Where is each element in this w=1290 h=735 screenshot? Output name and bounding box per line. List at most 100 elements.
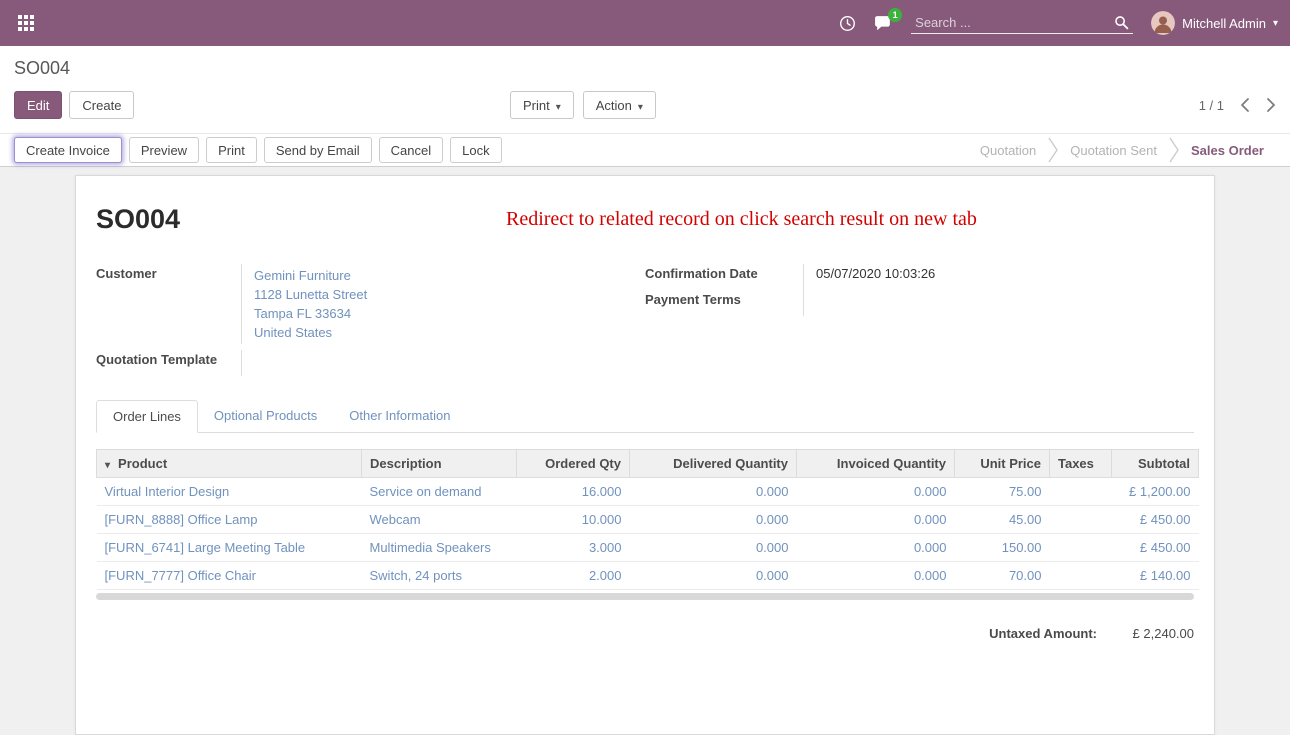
avatar [1151,11,1175,35]
column-header-product[interactable]: ▾Product [97,450,362,478]
apps-menu-icon[interactable] [12,9,40,37]
notebook-tabs: Order LinesOptional ProductsOther Inform… [96,400,1194,433]
confirmation-date-value: 05/07/2020 10:03:26 [803,264,1194,290]
cell-taxes[interactable] [1050,478,1112,506]
customer-address-line[interactable]: Tampa FL 33634 [254,304,633,323]
cell-delivered-qty[interactable]: 0.000 [630,478,797,506]
column-header-delivered-quantity[interactable]: Delivered Quantity [630,450,797,478]
cell-unit-price[interactable]: 45.00 [955,506,1050,534]
untaxed-amount-label: Untaxed Amount: [989,626,1097,641]
status-quotation[interactable]: Quotation [968,143,1048,158]
tab-optional-products[interactable]: Optional Products [198,400,333,432]
payment-terms-field: Payment Terms [645,290,1194,316]
column-header-invoiced-quantity[interactable]: Invoiced Quantity [797,450,955,478]
cell-description[interactable]: Multimedia Speakers [362,534,517,562]
cell-ordered-qty[interactable]: 3.000 [517,534,630,562]
cell-subtotal[interactable]: £ 450.00 [1112,506,1199,534]
cell-invoiced-qty[interactable]: 0.000 [797,534,955,562]
tab-order-lines[interactable]: Order Lines [96,400,198,433]
user-menu[interactable]: Mitchell Admin ▾ [1151,11,1278,35]
cell-ordered-qty[interactable]: 10.000 [517,506,630,534]
column-toggle-icon[interactable]: ▾ [105,460,110,471]
status-arrow-icon [1169,137,1179,163]
quotation-template-label: Quotation Template [96,350,241,376]
cell-description[interactable]: Switch, 24 ports [362,562,517,590]
customer-address-line[interactable]: Gemini Furniture [254,266,633,285]
cell-subtotal[interactable]: £ 140.00 [1112,562,1199,590]
cell-delivered-qty[interactable]: 0.000 [630,534,797,562]
cell-description[interactable]: Webcam [362,506,517,534]
order-line-row[interactable]: [FURN_8888] Office LampWebcam10.0000.000… [97,506,1199,534]
cell-product[interactable]: Virtual Interior Design [97,478,362,506]
statusbar-button-print[interactable]: Print [206,137,257,163]
activities-clock-icon[interactable] [839,15,856,32]
column-header-unit-price[interactable]: Unit Price [955,450,1050,478]
tab-other-information[interactable]: Other Information [333,400,466,432]
pager-next-icon[interactable] [1266,97,1276,113]
messages-icon[interactable]: 1 [874,15,893,32]
quotation-template-field: Quotation Template [96,350,645,376]
statusbar-button-preview[interactable]: Preview [129,137,199,163]
cell-taxes[interactable] [1050,534,1112,562]
payment-terms-value [803,290,1194,316]
order-line-row[interactable]: Virtual Interior DesignService on demand… [97,478,1199,506]
cell-invoiced-qty[interactable]: 0.000 [797,506,955,534]
cell-subtotal[interactable]: £ 1,200.00 [1112,478,1199,506]
action-dropdown[interactable]: Action ▾ [583,91,656,119]
cell-delivered-qty[interactable]: 0.000 [630,562,797,590]
cell-delivered-qty[interactable]: 0.000 [630,506,797,534]
cell-taxes[interactable] [1050,562,1112,590]
order-line-row[interactable]: [FURN_7777] Office ChairSwitch, 24 ports… [97,562,1199,590]
chevron-down-icon: ▾ [1273,18,1278,29]
status-quotation-sent[interactable]: Quotation Sent [1058,143,1169,158]
statusbar-button-send-by-email[interactable]: Send by Email [264,137,372,163]
customer-label: Customer [96,264,241,344]
statusbar-button-cancel[interactable]: Cancel [379,137,443,163]
column-header-subtotal[interactable]: Subtotal [1112,450,1199,478]
sale-order-sheet: SO004 Redirect to related record on clic… [75,175,1215,735]
search-icon[interactable] [1114,15,1129,30]
cell-unit-price[interactable]: 150.00 [955,534,1050,562]
order-lines-table: ▾ProductDescriptionOrdered QtyDelivered … [96,449,1199,590]
payment-terms-label: Payment Terms [645,290,803,316]
order-line-row[interactable]: [FURN_6741] Large Meeting TableMultimedi… [97,534,1199,562]
status-arrow-icon [1048,137,1058,163]
column-header-description[interactable]: Description [362,450,517,478]
create-button[interactable]: Create [69,91,134,119]
navbar-search [911,12,1133,34]
customer-address-line[interactable]: United States [254,323,633,342]
cell-invoiced-qty[interactable]: 0.000 [797,478,955,506]
statusbar-button-create-invoice[interactable]: Create Invoice [14,137,122,163]
customer-address-line[interactable]: 1128 Lunetta Street [254,285,633,304]
chevron-down-icon: ▾ [638,102,643,113]
breadcrumb: SO004 [14,58,1276,79]
cell-product[interactable]: [FURN_6741] Large Meeting Table [97,534,362,562]
pager-previous-icon[interactable] [1240,97,1250,113]
cell-product[interactable]: [FURN_8888] Office Lamp [97,506,362,534]
cell-ordered-qty[interactable]: 2.000 [517,562,630,590]
cell-product[interactable]: [FURN_7777] Office Chair [97,562,362,590]
cell-unit-price[interactable]: 70.00 [955,562,1050,590]
untaxed-amount-value: £ 2,240.00 [1097,626,1194,641]
action-dropdown-label: Action [596,98,632,113]
totals-row: Untaxed Amount: £ 2,240.00 [96,626,1194,641]
print-dropdown[interactable]: Print▾ [510,91,574,119]
search-input[interactable] [915,15,1114,30]
cell-invoiced-qty[interactable]: 0.000 [797,562,955,590]
user-name: Mitchell Admin [1182,16,1266,31]
field-group: Customer Gemini Furniture1128 Lunetta St… [96,264,1194,376]
cell-description[interactable]: Service on demand [362,478,517,506]
column-header-taxes[interactable]: Taxes [1050,450,1112,478]
cell-subtotal[interactable]: £ 450.00 [1112,534,1199,562]
statusbar-buttons: Create Invoice Preview Print Send by Email C… [14,137,502,163]
cell-unit-price[interactable]: 75.00 [955,478,1050,506]
customer-value: Gemini Furniture1128 Lunetta StreetTampa… [241,264,645,344]
cell-taxes[interactable] [1050,506,1112,534]
cell-ordered-qty[interactable]: 16.000 [517,478,630,506]
horizontal-scrollbar[interactable] [96,593,1194,600]
control-panel: SO004 Edit Create Print▾ Action▾ 1 / 1 [0,46,1290,133]
column-header-ordered-qty[interactable]: Ordered Qty [517,450,630,478]
edit-button[interactable]: Edit [14,91,62,119]
status-sales-order[interactable]: Sales Order [1179,143,1276,158]
statusbar-button-lock[interactable]: Lock [450,137,501,163]
